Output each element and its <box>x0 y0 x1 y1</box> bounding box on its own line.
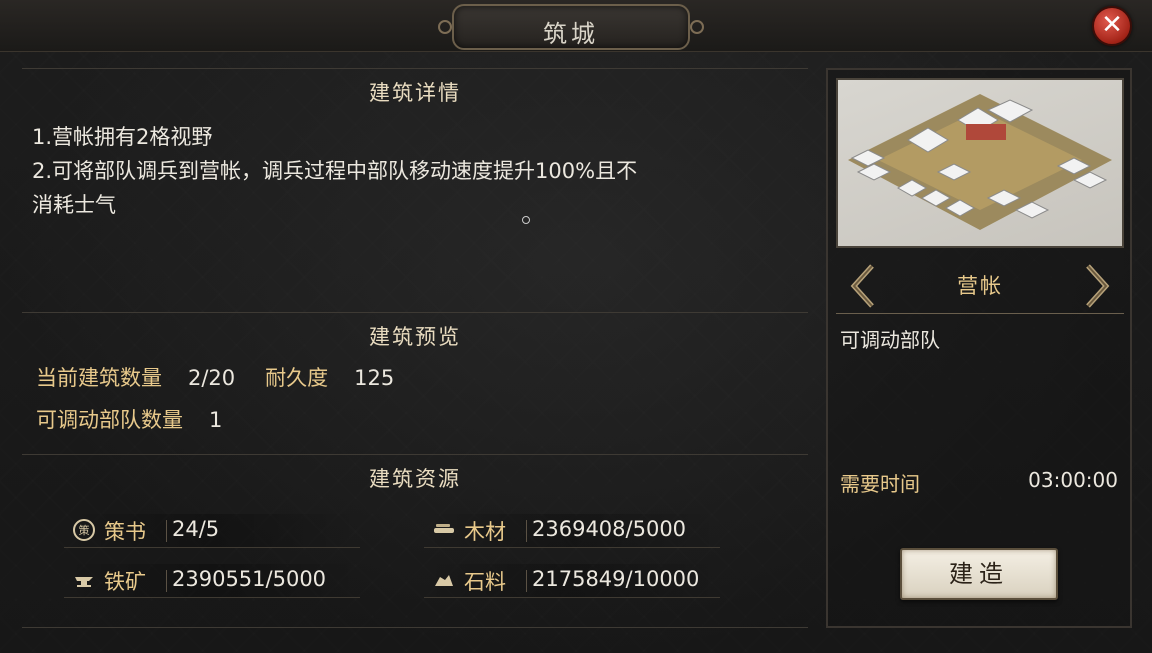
ornament-right-icon <box>690 20 704 34</box>
resource-label: 策书 <box>104 520 146 544</box>
resource-value: 2175849/10000 <box>532 567 700 591</box>
preview-row-1: 当前建筑数量 2/20 耐久度 125 <box>36 362 394 392</box>
next-building-button[interactable] <box>1082 262 1114 310</box>
divider <box>526 570 527 592</box>
camp-tents-icon <box>848 94 1112 230</box>
time-label: 需要时间 <box>840 472 920 496</box>
bottom-divider <box>22 627 808 628</box>
detail-line-1: 1.营帐拥有2格视野 <box>32 125 213 149</box>
detail-section-header: 建筑详情 <box>22 68 808 108</box>
durability-value: 125 <box>354 366 395 390</box>
divider <box>166 520 167 542</box>
chevron-right-icon <box>1086 264 1110 308</box>
resource-strategy-book: 策 策书 24/5 <box>64 514 360 548</box>
resource-value: 2390551/5000 <box>172 567 327 591</box>
svg-text:策: 策 <box>79 523 90 537</box>
title-bar: 筑城 ✕ <box>0 0 1152 52</box>
resource-label: 木材 <box>464 520 506 544</box>
close-button[interactable]: ✕ <box>1092 6 1132 46</box>
durability-label: 耐久度 <box>265 366 329 390</box>
troops-value: 1 <box>209 408 223 432</box>
resource-label: 铁矿 <box>104 570 146 594</box>
time-value: 03:00:00 <box>1028 468 1118 492</box>
building-description: 可调动部队 <box>840 328 940 352</box>
close-icon: ✕ <box>1101 10 1123 40</box>
divider <box>166 570 167 592</box>
stone-icon <box>432 568 456 592</box>
preview-section-header: 建筑预览 <box>22 312 808 352</box>
iron-anvil-icon <box>72 568 96 592</box>
building-panel: 营帐 可调动部队 需要时间 03:00:00 建造 <box>826 68 1132 628</box>
dot-mark <box>522 216 530 224</box>
wood-icon <box>432 518 456 542</box>
detail-title: 建筑详情 <box>369 81 461 105</box>
detail-text: 1.营帐拥有2格视野 2.可将部队调兵到营帐，调兵过程中部队移动速度提升100%… <box>32 120 812 222</box>
resource-value: 2369408/5000 <box>532 517 687 541</box>
detail-line-2: 2.可将部队调兵到营帐，调兵过程中部队移动速度提升100%且不 <box>32 159 638 183</box>
window-title: 筑城 <box>543 20 599 48</box>
ornament-left-icon <box>438 20 452 34</box>
title-plate: 筑城 <box>438 4 704 50</box>
divider <box>526 520 527 542</box>
resource-iron: 铁矿 2390551/5000 <box>64 564 360 598</box>
detail-line-3: 消耗士气 <box>32 193 116 217</box>
count-label: 当前建筑数量 <box>36 366 162 390</box>
strategy-book-icon: 策 <box>72 518 96 542</box>
resource-value: 24/5 <box>172 517 220 541</box>
resource-wood: 木材 2369408/5000 <box>424 514 720 548</box>
preview-title: 建筑预览 <box>369 325 461 349</box>
count-value: 2/20 <box>188 366 236 390</box>
build-button[interactable]: 建造 <box>900 548 1058 600</box>
resources-section-header: 建筑资源 <box>22 454 808 494</box>
building-image <box>836 78 1124 248</box>
troops-label: 可调动部队数量 <box>36 408 183 432</box>
left-panel: 建筑详情 1.营帐拥有2格视野 2.可将部队调兵到营帐，调兵过程中部队移动速度提… <box>22 68 808 628</box>
building-selector: 营帐 <box>836 258 1124 314</box>
preview-row-2: 可调动部队数量 1 <box>36 404 222 434</box>
resources-title: 建筑资源 <box>369 467 461 491</box>
resource-label: 石料 <box>464 570 506 594</box>
building-name: 营帐 <box>957 274 1003 298</box>
resource-stone: 石料 2175849/10000 <box>424 564 720 598</box>
